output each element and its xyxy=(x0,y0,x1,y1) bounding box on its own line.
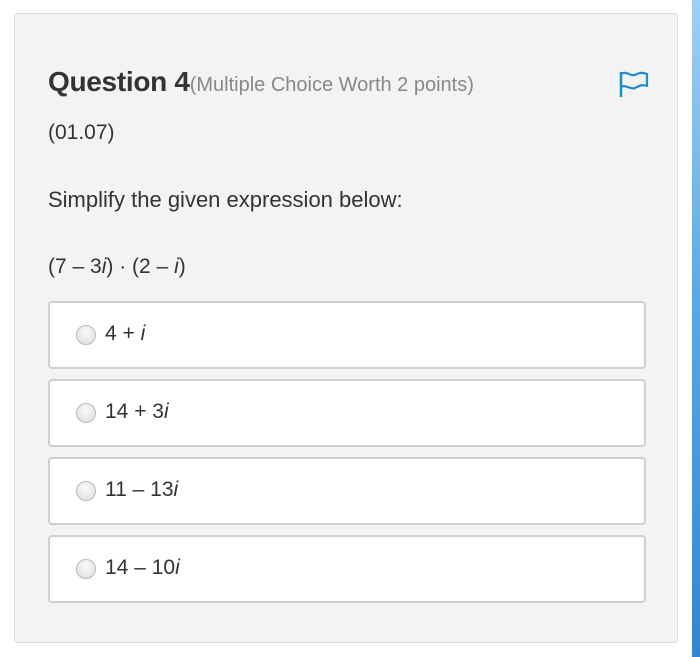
answer-option-1[interactable]: 4 + i xyxy=(48,301,646,369)
answer-option-2[interactable]: 14 + 3i xyxy=(48,379,646,447)
option-variable: i xyxy=(173,478,179,501)
answer-option-3[interactable]: 11 – 13i xyxy=(48,457,646,525)
option-label: 11 – 13i xyxy=(105,478,178,502)
option-variable: i xyxy=(175,556,180,579)
option-text: 14 + 3 xyxy=(105,400,164,423)
option-text: 4 + xyxy=(105,322,141,345)
answer-option-4[interactable]: 14 – 10i xyxy=(48,535,646,603)
radio-button[interactable] xyxy=(76,403,96,423)
question-card: Question 4(Multiple Choice Worth 2 point… xyxy=(14,13,678,643)
radio-button[interactable] xyxy=(76,325,96,345)
page: Question 4(Multiple Choice Worth 2 point… xyxy=(0,0,700,657)
option-variable: i xyxy=(140,322,146,345)
window-edge xyxy=(692,0,700,657)
question-title: Question 4 xyxy=(48,66,190,97)
expression-part: ) · (2 – xyxy=(106,255,175,278)
expression-part: ) xyxy=(178,255,186,278)
expression-part: (7 – 3 xyxy=(48,255,102,278)
option-label: 14 + 3i xyxy=(105,400,169,424)
option-label: 14 – 10i xyxy=(105,556,180,580)
radio-button[interactable] xyxy=(76,559,96,579)
question-code: (01.07) xyxy=(48,121,115,144)
question-meta: (Multiple Choice Worth 2 points) xyxy=(189,74,474,96)
question-header: Question 4(Multiple Choice Worth 2 point… xyxy=(48,66,474,98)
radio-button[interactable] xyxy=(76,481,96,501)
expression: (7 – 3i) · (2 – i) xyxy=(48,255,186,279)
option-text: 14 – 10 xyxy=(105,556,176,579)
option-label: 4 + i xyxy=(105,322,145,346)
flag-icon[interactable] xyxy=(616,69,650,99)
option-text: 11 – 13 xyxy=(105,478,174,501)
question-prompt: Simplify the given expression below: xyxy=(48,187,403,212)
option-variable: i xyxy=(163,400,169,423)
